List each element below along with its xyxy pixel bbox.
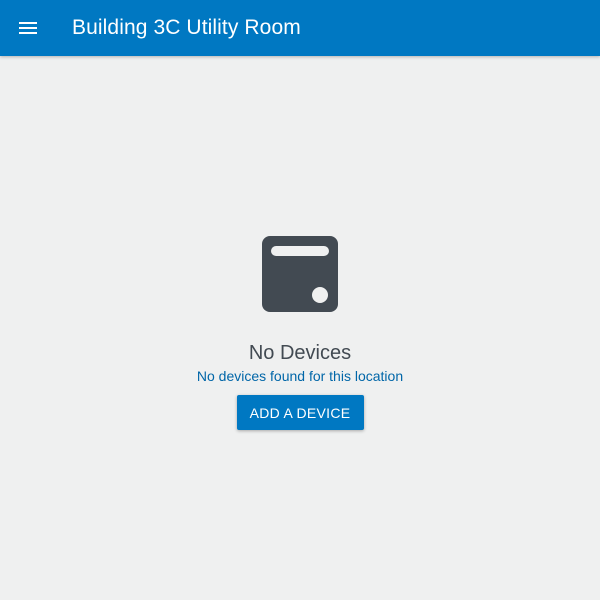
device-icon [262,236,338,312]
empty-state: No Devices No devices found for this loc… [0,236,600,430]
menu-button[interactable] [0,0,56,56]
empty-state-title: No Devices [248,342,352,364]
menu-icon [19,22,37,34]
add-device-button[interactable]: ADD A DEVICE [236,395,364,430]
app-root: Building 3C Utility Room No Devices No d… [0,0,600,600]
page-title: Building 3C Utility Room [72,16,301,39]
top-app-bar: Building 3C Utility Room [0,0,600,56]
empty-state-subtitle: No devices found for this location [196,368,404,384]
